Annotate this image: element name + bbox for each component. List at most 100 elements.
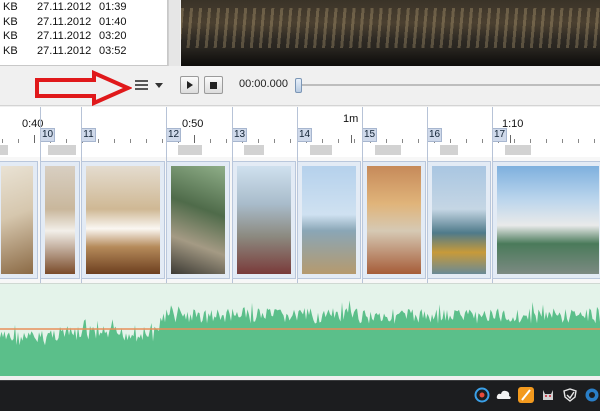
time-readout: 00:00.000	[239, 78, 288, 90]
seek-thumb[interactable]	[295, 78, 302, 93]
antivirus-icon[interactable]	[562, 387, 578, 403]
clip-thumbnail[interactable]	[232, 161, 296, 279]
ruler-tick	[130, 139, 131, 143]
seek-bar[interactable]	[298, 84, 600, 86]
clip-thumbnail[interactable]	[297, 161, 361, 279]
file-date: 27.11.2012	[37, 1, 92, 13]
ruler-tick	[594, 139, 595, 143]
ruler-tick	[226, 139, 227, 143]
riverside-building-thumbnail	[497, 166, 599, 274]
ruler-tick	[514, 139, 515, 143]
river-boats-thumbnail	[432, 166, 486, 274]
ruler-tick	[578, 139, 579, 143]
street-thumbnail	[171, 166, 225, 274]
ruler-tick	[66, 139, 67, 143]
file-date: 27.11.2012	[37, 15, 92, 28]
ruler-tick	[290, 139, 291, 143]
file-time: 01:39	[99, 1, 127, 13]
ruler-tick	[466, 139, 467, 143]
transition-segment[interactable]	[505, 145, 531, 155]
ruler-tick	[162, 139, 163, 143]
river-skyline-thumbnail	[302, 166, 356, 274]
ruler-tick	[18, 139, 19, 143]
chevron-down-icon[interactable]	[155, 83, 163, 88]
video-preview[interactable]	[181, 0, 600, 66]
clip-thumbnail[interactable]	[0, 161, 38, 279]
annotation-arrow-shape	[35, 70, 132, 106]
file-time: 03:52	[99, 44, 127, 57]
preview-water-reflection	[181, 8, 600, 48]
ruler-tick	[146, 139, 147, 143]
file-time: 01:40	[99, 15, 127, 28]
ruler-tick	[354, 139, 355, 143]
transition-segment[interactable]	[178, 145, 202, 155]
ruler-tick	[418, 139, 419, 143]
stop-icon	[210, 82, 217, 89]
ruler-major-tick	[351, 135, 352, 143]
transition-segment[interactable]	[310, 145, 332, 155]
file-size: KB	[3, 30, 18, 42]
ruler-tick	[2, 139, 3, 143]
ruler-tick	[258, 139, 259, 143]
clip-thumbnail[interactable]	[492, 161, 600, 279]
file-date: 27.11.2012	[37, 44, 92, 57]
timeline[interactable]: 0:40 0:50 1m 1:10 10 11 12 13 14 15 16 1…	[0, 107, 600, 283]
cat-icon[interactable]	[540, 387, 556, 403]
clip-number: 10	[40, 128, 55, 142]
ruler-tick	[450, 139, 451, 143]
boat-passengers-thumbnail	[367, 166, 421, 274]
ruler-major-tick	[194, 135, 195, 143]
clip-number: 15	[362, 128, 377, 142]
hotel-room-thumbnail	[86, 166, 160, 274]
transition-segment[interactable]	[0, 145, 8, 155]
clip-thumbnail[interactable]	[362, 161, 426, 279]
stop-button[interactable]	[204, 76, 223, 94]
file-size: KB	[3, 15, 18, 28]
ruler-major-tick	[510, 135, 511, 143]
clip-number: 13	[232, 128, 247, 142]
app-window: KB 27.11.2012 01:39 KB 27.11.2012 01:40 KB 27…	[0, 0, 600, 411]
ruler-tick	[562, 139, 563, 143]
sync-icon[interactable]	[474, 387, 490, 403]
cloud-icon[interactable]	[496, 387, 512, 403]
ruler-tick	[530, 139, 531, 143]
network-icon[interactable]	[584, 387, 600, 403]
file-row[interactable]: KB 27.11.2012 01:40	[0, 15, 167, 30]
file-row[interactable]: KB 27.11.2012 03:52	[0, 44, 167, 59]
pier-crowd-thumbnail	[237, 166, 291, 274]
ruler-label: 0:50	[182, 118, 204, 130]
play-button[interactable]	[180, 76, 199, 94]
ruler-tick	[482, 139, 483, 143]
transition-segment[interactable]	[375, 145, 401, 155]
clip-thumbnail[interactable]	[81, 161, 165, 279]
timeline-ruler[interactable]: 0:40 0:50 1m 1:10 10 11 12 13 14 15 16 1…	[0, 107, 600, 143]
file-row[interactable]: KB 27.11.2012 01:39	[0, 0, 167, 15]
file-list[interactable]: KB 27.11.2012 01:39 KB 27.11.2012 01:40 KB 27…	[0, 0, 168, 66]
audio-track[interactable]	[0, 283, 600, 376]
file-list-scrollbar[interactable]	[168, 0, 180, 66]
ruler-tick	[98, 139, 99, 143]
file-row[interactable]: KB 27.11.2012 03:20	[0, 29, 167, 44]
video-track[interactable]	[0, 107, 600, 283]
transition-segment[interactable]	[440, 145, 458, 155]
clip-number: 12	[166, 128, 181, 142]
file-size: KB	[3, 1, 18, 13]
clip-number: 14	[297, 128, 312, 142]
transition-segment[interactable]	[48, 145, 76, 155]
orange-app-icon[interactable]	[518, 387, 534, 403]
ruler-tick	[322, 139, 323, 143]
ruler-tick	[546, 139, 547, 143]
hamburger-menu-icon[interactable]	[135, 79, 149, 91]
waveform-shape	[0, 300, 600, 376]
clip-thumbnail[interactable]	[40, 161, 80, 279]
transition-track[interactable]	[0, 145, 600, 157]
ruler-tick	[402, 139, 403, 143]
ruler-major-tick	[34, 135, 35, 143]
file-size: KB	[3, 44, 18, 57]
ruler-tick	[274, 139, 275, 143]
clip-thumbnail[interactable]	[166, 161, 230, 279]
clip-thumbnail[interactable]	[427, 161, 491, 279]
annotation-arrow	[35, 70, 132, 106]
preview-shade	[181, 48, 600, 66]
transition-segment[interactable]	[244, 145, 264, 155]
